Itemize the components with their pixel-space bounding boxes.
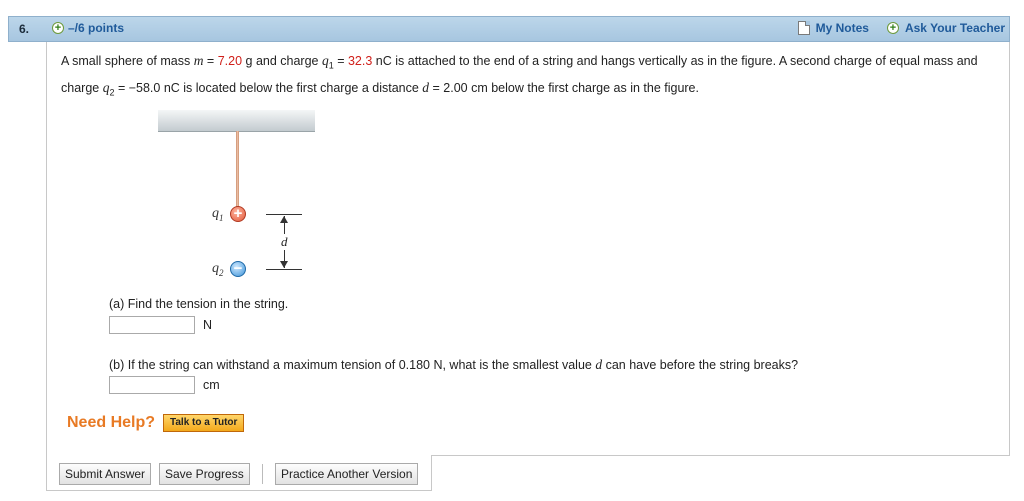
q2-figure-label: q2 <box>212 261 224 278</box>
part-b-text: (b) If the string can withstand a maximu… <box>109 358 596 372</box>
need-help-label: Need Help? <box>67 414 156 431</box>
part-a-answer-input[interactable] <box>109 316 195 334</box>
notes-icon[interactable] <box>797 21 810 35</box>
panel-border-bottom <box>46 490 432 491</box>
question-header: 6. + –/6 points My Notes + Ask Your Teac… <box>8 16 1010 42</box>
q1-value: 32.3 <box>347 54 373 68</box>
part-a-question: (a) Find the tension in the string. <box>109 297 289 311</box>
dimension-tick-bottom <box>266 269 302 270</box>
dimension-tick-top <box>266 214 302 215</box>
positive-charge-sphere: + <box>230 206 246 222</box>
practice-another-version-button[interactable]: Practice Another Version <box>275 463 419 485</box>
part-b-unit: cm <box>203 378 220 392</box>
q1-figure-subscript: 1 <box>219 212 224 223</box>
hanging-charges-figure: q1 + q2 − d <box>158 110 318 280</box>
header-actions: My Notes + Ask Your Teacher <box>797 21 1005 35</box>
submit-answer-button[interactable]: Submit Answer <box>59 463 152 485</box>
points-display[interactable]: + –/6 points <box>52 21 124 35</box>
problem-text: g and charge <box>242 54 322 68</box>
expand-plus-icon[interactable]: + <box>52 22 64 34</box>
mass-value: 7.20 <box>217 54 243 68</box>
problem-statement: A small sphere of mass m = 7.20 g and ch… <box>61 50 1001 103</box>
panel-border-notch <box>431 455 432 491</box>
panel-border-right <box>1009 42 1010 456</box>
problem-text: = 2.00 cm below the first charge as in t… <box>429 80 699 95</box>
problem-text: A small sphere of mass <box>61 54 194 68</box>
mass-symbol: m <box>193 53 204 68</box>
problem-text: = −58.0 nC is located below the first ch… <box>114 80 423 95</box>
panel-border-left <box>46 42 47 491</box>
equals-sign: = <box>333 54 348 68</box>
q1-symbol: q <box>321 53 329 68</box>
q2-figure-symbol: q <box>212 261 219 276</box>
my-notes-link[interactable]: My Notes <box>816 21 869 35</box>
part-b-answer-input[interactable] <box>109 376 195 394</box>
button-separator <box>262 464 263 484</box>
negative-charge-sphere: − <box>230 261 246 277</box>
part-a-unit: N <box>203 318 213 332</box>
ask-teacher-plus-icon[interactable]: + <box>886 22 899 34</box>
q1-figure-label: q1 <box>212 206 224 223</box>
save-progress-button[interactable]: Save Progress <box>159 463 250 485</box>
string <box>236 131 239 215</box>
part-b-text: can have before the string breaks? <box>602 358 799 372</box>
equals-sign: = <box>203 54 218 68</box>
points-label: –/6 points <box>68 21 125 35</box>
talk-to-tutor-button[interactable]: Talk to a Tutor <box>163 414 245 432</box>
q1-figure-symbol: q <box>212 206 219 221</box>
arrow-up-icon <box>280 216 288 223</box>
distance-label: d <box>279 234 290 250</box>
panel-border-bottom-right <box>431 455 1010 456</box>
question-number: 6. <box>19 22 30 36</box>
ceiling <box>158 110 315 132</box>
q2-figure-subscript: 2 <box>219 267 224 278</box>
ask-teacher-link[interactable]: Ask Your Teacher <box>905 21 1005 35</box>
part-b-question: (b) If the string can withstand a maximu… <box>109 357 798 373</box>
arrow-down-icon <box>280 261 288 268</box>
